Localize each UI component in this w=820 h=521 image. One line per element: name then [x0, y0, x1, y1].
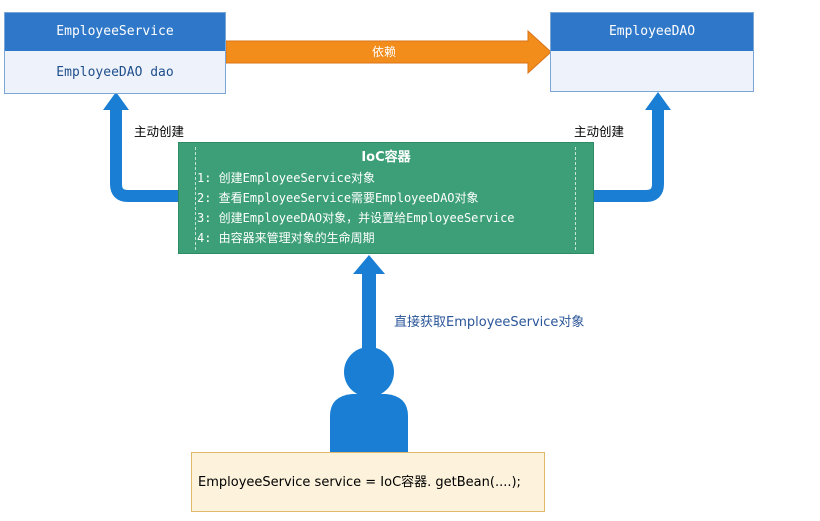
ioc-container: IoC容器 1: 创建EmployeeService对象 2: 查看Employ…: [178, 142, 594, 254]
person-head: [344, 347, 394, 397]
employee-dao-name: EmployeeDAO: [551, 13, 753, 51]
employee-service-field: EmployeeDAO dao: [56, 65, 174, 80]
employee-service-name: EmployeeService: [5, 13, 225, 51]
right-create-label: 主动创建: [574, 124, 625, 139]
employee-dao-field: [551, 51, 753, 95]
ioc-step-1: 1: 创建EmployeeService对象: [197, 171, 376, 185]
left-create-label: 主动创建: [134, 124, 185, 139]
person-body: [330, 394, 408, 452]
ioc-step-2: 2: 查看EmployeeService需要EmployeeDAO对象: [197, 191, 479, 205]
dependency-label: 依赖: [372, 45, 397, 59]
employee-dao-box: EmployeeDAO: [550, 12, 754, 92]
ioc-step-4: 4: 由容器来管理对象的生命周期: [197, 231, 375, 245]
ioc-steps: 1: 创建EmployeeService对象 2: 查看EmployeeServ…: [179, 168, 593, 248]
code-box: EmployeeService service = IoC容器. getBean…: [191, 452, 545, 512]
ioc-left-divider: [195, 147, 196, 250]
get-arrow-head: [353, 255, 385, 274]
get-arrow-shaft: [362, 272, 376, 352]
get-bean-label: 直接获取EmployeeService对象: [394, 315, 585, 330]
ioc-step-3: 3: 创建EmployeeDAO对象，并设置给EmployeeService: [197, 211, 515, 225]
ioc-title: IoC容器: [361, 150, 411, 165]
employee-service-box: EmployeeService EmployeeDAO dao: [4, 12, 226, 94]
ioc-right-divider: [575, 147, 576, 250]
